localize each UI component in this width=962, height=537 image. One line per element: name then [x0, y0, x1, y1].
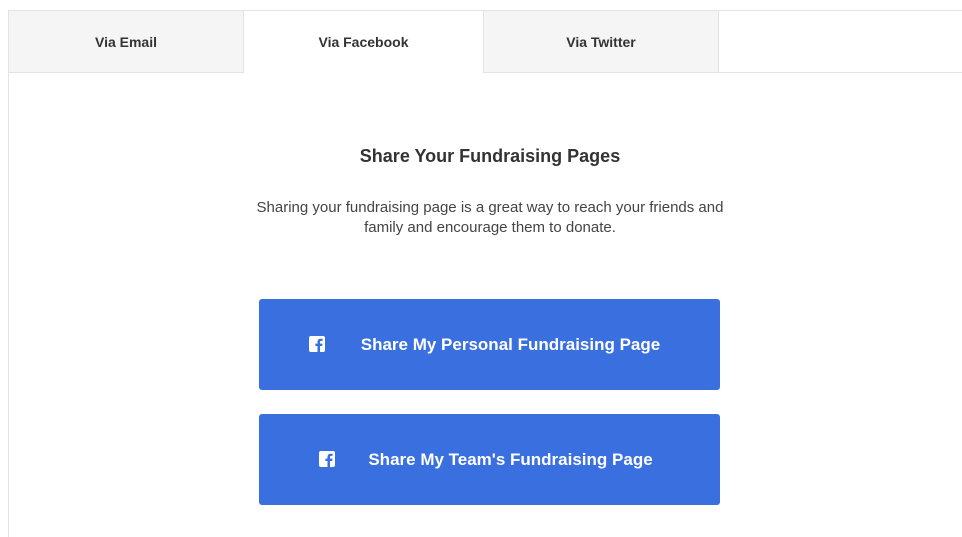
share-tabs: Via Email Via Facebook Via Twitter: [8, 10, 962, 73]
tab-label: Via Email: [94, 33, 157, 50]
button-content: Share My Personal Fundraising Page: [308, 333, 671, 357]
tab-via-email[interactable]: Via Email: [8, 10, 244, 72]
tab-divider: [8, 72, 962, 73]
button-content: Share My Team's Fundraising Page: [318, 448, 661, 472]
button-label: Share My Personal Fundraising Page: [360, 334, 661, 354]
share-personal-page-button[interactable]: Share My Personal Fundraising Page: [259, 299, 720, 390]
tab-label: Via Facebook: [318, 34, 409, 50]
facebook-icon: [318, 450, 335, 467]
tab-label: Via Twitter: [566, 33, 636, 50]
tab-bar-filler: [718, 10, 962, 72]
facebook-icon: [308, 335, 325, 352]
panel-description: Sharing your fundraising page is a great…: [256, 199, 724, 236]
button-label: Share My Team's Fundraising Page: [368, 449, 653, 469]
tab-via-facebook[interactable]: Via Facebook: [243, 10, 484, 73]
share-team-page-button[interactable]: Share My Team's Fundraising Page: [259, 414, 720, 505]
panel-border: [8, 73, 9, 537]
panel-title: Share Your Fundraising Pages: [359, 146, 621, 166]
tab-via-twitter[interactable]: Via Twitter: [483, 10, 719, 72]
share-page: Via Email Via Facebook Via Twitter Share…: [0, 0, 962, 537]
